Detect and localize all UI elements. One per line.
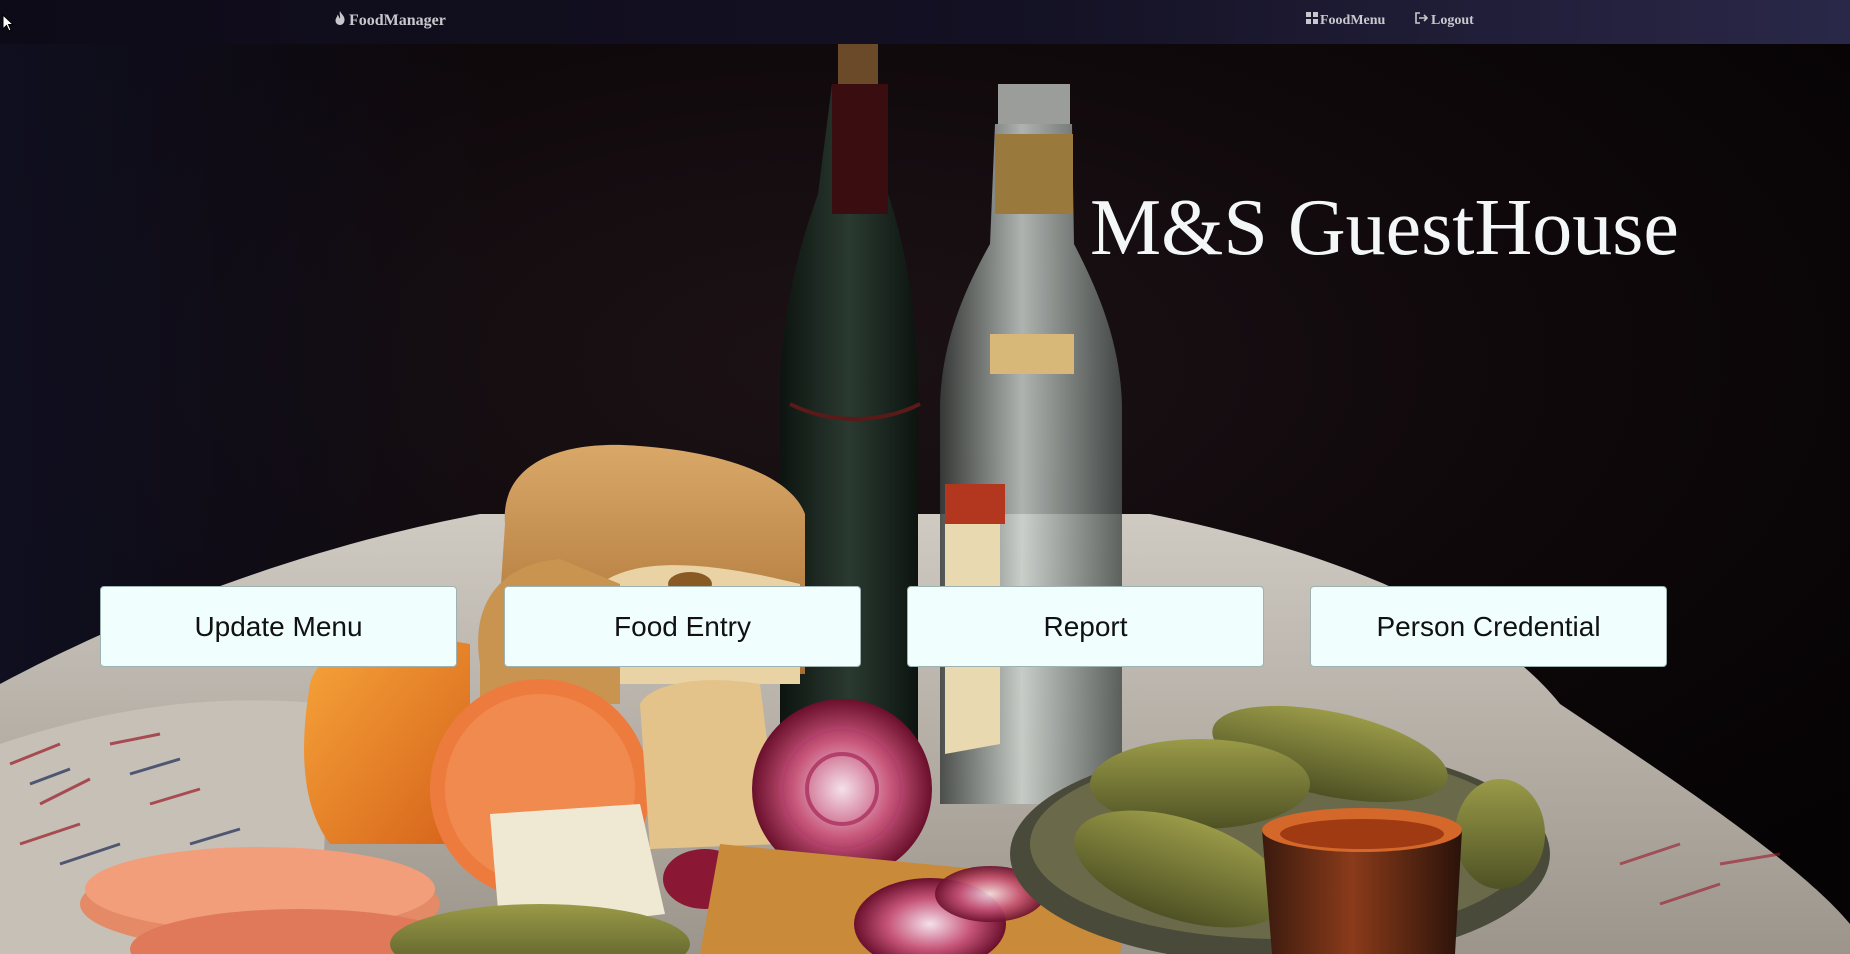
brand-label: FoodManager [349, 11, 446, 29]
person-credential-button[interactable]: Person Credential [1310, 586, 1667, 667]
brand-link[interactable]: FoodManager [333, 10, 446, 31]
logout-icon [1415, 12, 1431, 29]
mouse-cursor-icon [2, 14, 14, 32]
hero-title: M&S GuestHouse [1090, 184, 1679, 272]
grid-icon [1306, 12, 1320, 29]
report-button[interactable]: Report [907, 586, 1264, 667]
nav-foodmenu-label: FoodMenu [1320, 12, 1386, 28]
nav-logout-link[interactable]: Logout [1415, 12, 1474, 29]
update-menu-button[interactable]: Update Menu [100, 586, 457, 667]
home-page: FoodManager FoodMenu Logout M&S GuestHou… [0, 0, 1850, 954]
flame-icon [333, 10, 349, 31]
nav-foodmenu-link[interactable]: FoodMenu [1306, 12, 1385, 29]
top-navbar: FoodManager FoodMenu Logout [0, 0, 1850, 44]
food-entry-button[interactable]: Food Entry [504, 586, 861, 667]
nav-logout-label: Logout [1431, 12, 1474, 28]
hero-background-image [0, 44, 1850, 954]
